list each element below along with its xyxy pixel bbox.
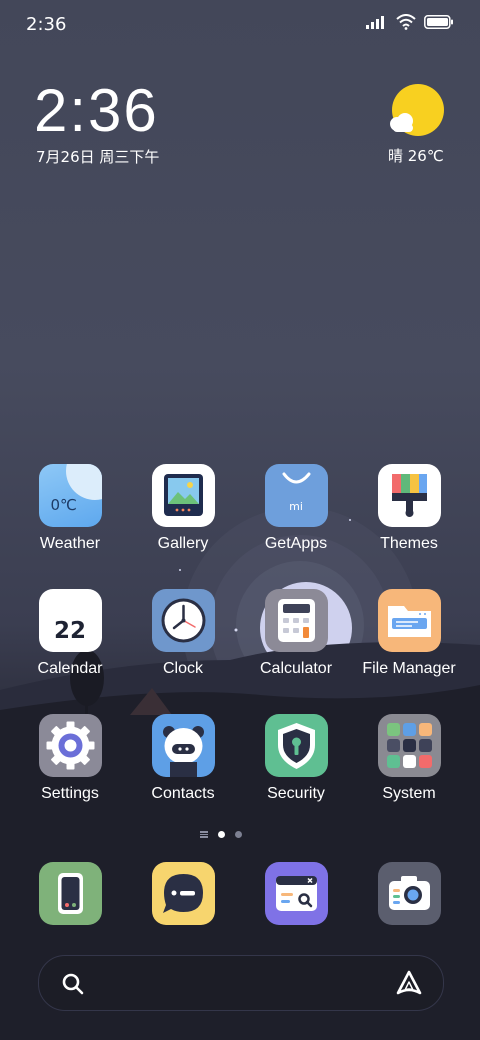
app-system-folder[interactable]: System: [353, 714, 465, 824]
gallery-icon: [151, 464, 215, 527]
file-manager-icon: [377, 589, 441, 652]
app-label: Clock: [162, 660, 203, 677]
calendar-day: 22: [53, 618, 86, 644]
weather-icon-temp: 0℃: [50, 496, 77, 514]
app-file-manager[interactable]: File Manager: [353, 589, 465, 699]
search-bar[interactable]: [38, 955, 444, 1011]
clock-widget-date: 7月26日 周三下午: [36, 148, 160, 166]
phone-icon[interactable]: [39, 862, 102, 925]
menu-lines-icon: [200, 830, 208, 839]
app-label: System: [382, 785, 436, 802]
wifi-icon: [396, 14, 416, 30]
app-weather[interactable]: 0℃ Weather: [14, 464, 126, 574]
search-icon: [62, 973, 84, 995]
app-label: Settings: [41, 785, 99, 802]
contacts-icon: [151, 714, 215, 777]
security-icon: [264, 714, 328, 777]
app-calendar[interactable]: 22 Calendar: [14, 589, 126, 699]
app-getapps[interactable]: mi GetApps: [240, 464, 352, 574]
clock-icon: [151, 589, 215, 652]
browser-icon[interactable]: [265, 862, 328, 925]
cloud-icon: [390, 113, 413, 132]
app-clock[interactable]: Clock: [127, 589, 239, 699]
status-time: 2:36: [26, 14, 67, 35]
app-themes[interactable]: Themes: [353, 464, 465, 574]
settings-icon: [38, 714, 102, 777]
app-contacts[interactable]: Contacts: [127, 714, 239, 824]
signal-icon: [366, 16, 384, 29]
getapps-mi-text: mi: [289, 500, 303, 513]
assistant-icon[interactable]: [395, 970, 423, 996]
app-label: File Manager: [362, 660, 456, 677]
app-security[interactable]: Security: [240, 714, 352, 824]
calendar-icon: 22: [38, 589, 102, 652]
page-dot: [235, 830, 242, 838]
app-label: Gallery: [157, 535, 209, 552]
app-label: Contacts: [151, 785, 215, 802]
status-icons: [366, 14, 454, 30]
messaging-icon[interactable]: [152, 862, 215, 925]
app-gallery[interactable]: Gallery: [127, 464, 239, 574]
system-folder-icon: [377, 714, 441, 777]
app-label: GetApps: [264, 535, 328, 552]
page-dot-active: [218, 830, 225, 838]
clock-widget-time[interactable]: 2:36: [34, 76, 159, 145]
camera-icon[interactable]: [378, 862, 441, 925]
app-calculator[interactable]: Calculator: [240, 589, 352, 699]
app-label: Themes: [380, 535, 438, 552]
calculator-icon: [264, 589, 328, 652]
app-label: Security: [267, 785, 325, 802]
app-label: Calculator: [259, 660, 333, 677]
app-label: Calendar: [37, 660, 103, 677]
weather-summary: 晴 26℃: [388, 147, 444, 165]
app-settings[interactable]: Settings: [14, 714, 126, 824]
themes-icon: [377, 464, 441, 527]
weather-icon: 0℃: [38, 464, 102, 527]
app-label: Weather: [39, 535, 101, 552]
getapps-icon: mi: [264, 464, 328, 527]
page-indicator[interactable]: [200, 830, 242, 839]
battery-icon: [424, 15, 453, 29]
